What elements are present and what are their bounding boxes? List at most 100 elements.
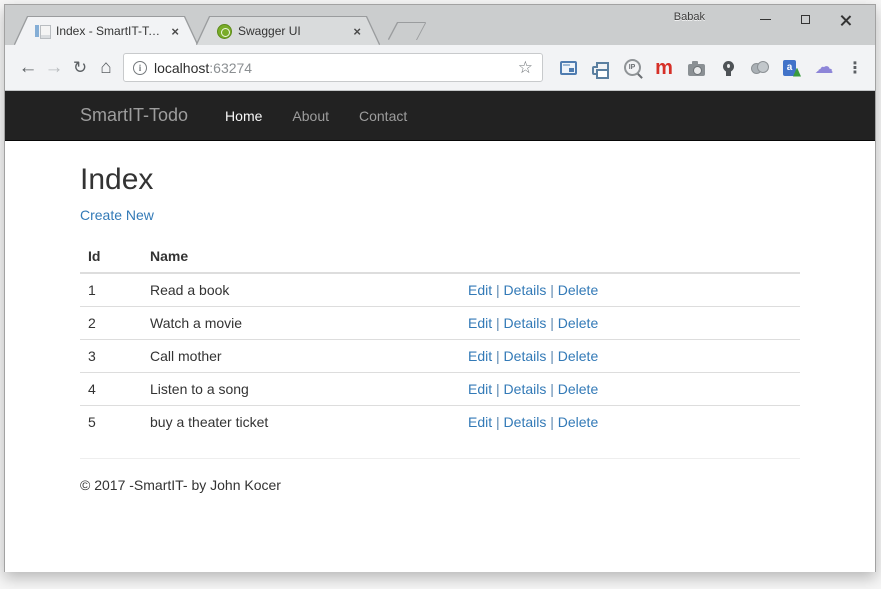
camera-extension-icon[interactable] <box>686 58 706 78</box>
delete-link[interactable]: Delete <box>558 282 598 298</box>
column-header-actions <box>460 240 800 273</box>
translate-icon: a <box>783 60 796 76</box>
forward-icon[interactable]: → <box>41 58 67 77</box>
edit-link[interactable]: Edit <box>468 348 492 364</box>
circles-extension-icon[interactable] <box>750 58 770 78</box>
details-link[interactable]: Details <box>504 348 547 364</box>
action-separator: | <box>496 348 500 364</box>
extension-icons: IP m a ☁ <box>558 58 834 78</box>
maximize-button[interactable] <box>785 9 825 29</box>
details-link[interactable]: Details <box>504 414 547 430</box>
screenshot-extension-icon[interactable] <box>558 58 578 78</box>
cloud-icon: ☁ <box>815 58 834 77</box>
cell-id: 5 <box>80 406 142 439</box>
cell-name: Call mother <box>142 340 460 373</box>
tab-title: Index - SmartIT-Todo <box>56 24 163 38</box>
tab-index-smartit-todo[interactable]: Index - SmartIT-Todo × <box>15 17 197 45</box>
page-title: Index <box>80 163 800 197</box>
cell-id: 2 <box>80 307 142 340</box>
printer-extension-icon[interactable] <box>590 58 610 78</box>
tab-close-icon[interactable]: × <box>351 23 363 40</box>
url-port: :63274 <box>209 60 252 76</box>
page-viewport: SmartIT-Todo Home About Contact Index Cr… <box>5 91 875 572</box>
screenshot-icon <box>560 61 577 75</box>
back-icon[interactable]: ← <box>15 58 41 77</box>
action-separator: | <box>550 348 554 364</box>
url-host: localhost <box>154 60 209 76</box>
footer-copyright: © 2017 -SmartIT- by John Kocer <box>80 477 800 493</box>
edit-link[interactable]: Edit <box>468 282 492 298</box>
details-link[interactable]: Details <box>504 381 547 397</box>
action-separator: | <box>496 315 500 331</box>
cell-id: 3 <box>80 340 142 373</box>
camera-icon <box>688 64 705 76</box>
minimize-icon <box>760 19 771 20</box>
table-row: 5 buy a theater ticket Edit | Details | … <box>80 406 800 439</box>
create-new-link[interactable]: Create New <box>80 207 154 223</box>
table-header-row: Id Name <box>80 240 800 273</box>
cell-actions: Edit | Details | Delete <box>460 340 800 373</box>
title-bar: Babak Index - SmartIT-Todo × Swagger UI … <box>5 5 875 45</box>
home-icon[interactable]: ⌂ <box>93 58 119 77</box>
red-m-extension-icon[interactable]: m <box>654 58 674 78</box>
delete-link[interactable]: Delete <box>558 348 598 364</box>
cloud-extension-icon[interactable]: ☁ <box>814 58 834 78</box>
nav-link-home[interactable]: Home <box>210 108 277 124</box>
bookmark-star-icon[interactable]: ☆ <box>518 59 533 76</box>
action-separator: | <box>550 381 554 397</box>
edit-link[interactable]: Edit <box>468 315 492 331</box>
action-separator: | <box>496 381 500 397</box>
page-info-icon[interactable]: i <box>133 61 147 75</box>
profile-name[interactable]: Babak <box>674 11 705 23</box>
close-button[interactable] <box>825 9 865 29</box>
lightbulb-extension-icon[interactable] <box>718 58 738 78</box>
edit-link[interactable]: Edit <box>468 414 492 430</box>
action-separator: | <box>550 414 554 430</box>
delete-link[interactable]: Delete <box>558 414 598 430</box>
minimize-button[interactable] <box>745 9 785 29</box>
cell-name: Watch a movie <box>142 307 460 340</box>
new-tab-button[interactable] <box>389 23 425 40</box>
table-row: 1 Read a book Edit | Details | Delete <box>80 273 800 307</box>
refresh-icon[interactable]: ↻ <box>67 59 93 76</box>
navbar-brand[interactable]: SmartIT-Todo <box>80 105 188 126</box>
close-icon <box>840 14 851 25</box>
details-link[interactable]: Details <box>504 315 547 331</box>
chrome-menu-icon[interactable]: ⋮ <box>847 58 863 77</box>
m-icon: m <box>655 60 673 76</box>
nav-link-about[interactable]: About <box>277 108 344 124</box>
column-header-id: Id <box>80 240 142 273</box>
tab-close-icon[interactable]: × <box>169 23 181 40</box>
column-header-name: Name <box>142 240 460 273</box>
cell-actions: Edit | Details | Delete <box>460 273 800 307</box>
tab-title: Swagger UI <box>238 24 345 38</box>
ip-lookup-extension-icon[interactable]: IP <box>622 58 642 78</box>
browser-toolbar: ← → ↻ ⌂ i localhost:63274 ☆ IP m a ☁ ⋮ <box>5 45 875 91</box>
details-link[interactable]: Details <box>504 282 547 298</box>
cell-actions: Edit | Details | Delete <box>460 373 800 406</box>
browser-window: Babak Index - SmartIT-Todo × Swagger UI … <box>4 4 876 572</box>
tab-strip: Index - SmartIT-Todo × Swagger UI × <box>15 17 425 45</box>
cell-id: 4 <box>80 373 142 406</box>
action-separator: | <box>496 282 500 298</box>
swagger-green-circle-icon <box>217 24 232 39</box>
cell-name: buy a theater ticket <box>142 406 460 439</box>
table-row: 3 Call mother Edit | Details | Delete <box>80 340 800 373</box>
cell-name: Listen to a song <box>142 373 460 406</box>
overlapping-circles-icon <box>751 61 769 75</box>
todo-table: Id Name 1 Read a book Edit | Details | <box>80 240 800 438</box>
delete-link[interactable]: Delete <box>558 381 598 397</box>
edit-link[interactable]: Edit <box>468 381 492 397</box>
nav-link-contact[interactable]: Contact <box>344 108 422 124</box>
table-row: 4 Listen to a song Edit | Details | Dele… <box>80 373 800 406</box>
tab-swagger-ui[interactable]: Swagger UI × <box>197 17 379 45</box>
cell-name: Read a book <box>142 273 460 307</box>
footer-divider <box>80 458 800 459</box>
window-controls <box>745 9 865 29</box>
delete-link[interactable]: Delete <box>558 315 598 331</box>
action-separator: | <box>496 414 500 430</box>
cell-actions: Edit | Details | Delete <box>460 307 800 340</box>
address-bar[interactable]: i localhost:63274 ☆ <box>123 53 543 82</box>
translate-extension-icon[interactable]: a <box>782 58 802 78</box>
ip-icon: IP <box>624 59 641 76</box>
